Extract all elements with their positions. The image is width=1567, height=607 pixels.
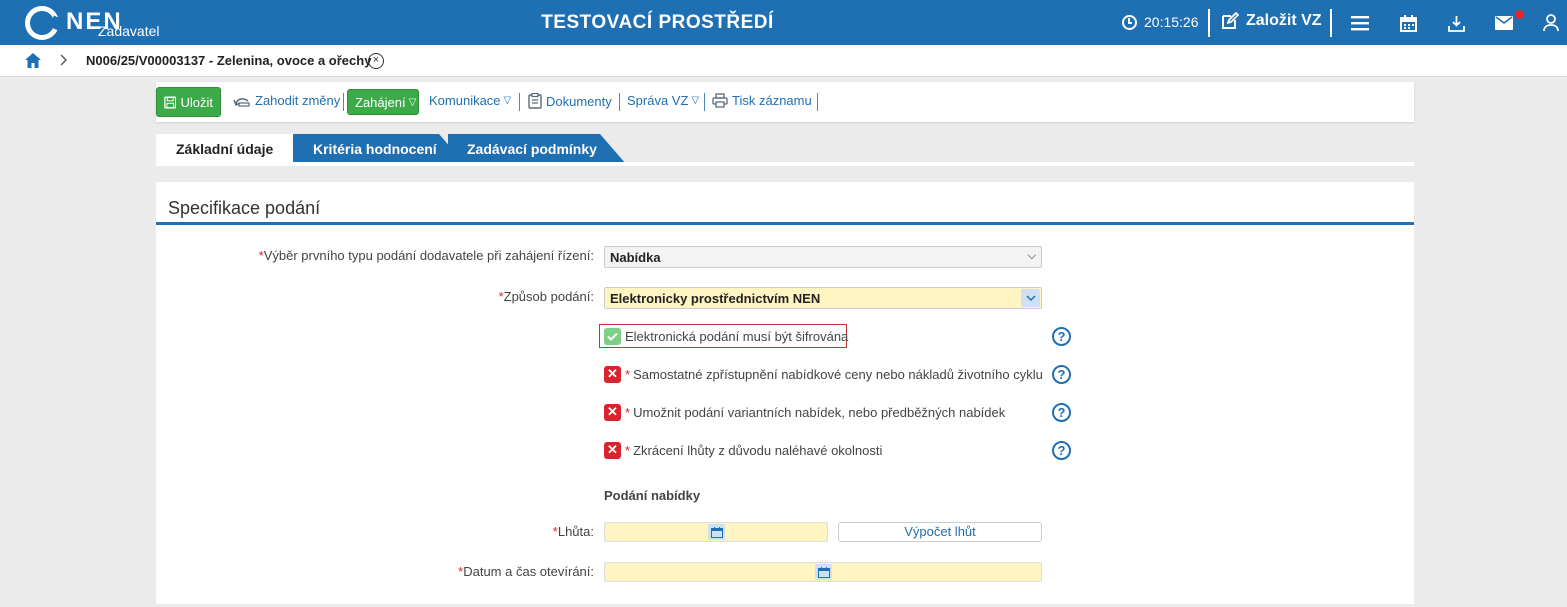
documents-button[interactable]: Dokumenty bbox=[528, 93, 612, 109]
edit-icon bbox=[1222, 12, 1239, 29]
top-bar: NEN Zadavatel TESTOVACÍ PROSTŘEDÍ 20:15:… bbox=[0, 0, 1567, 45]
help-icon[interactable]: ? bbox=[1052, 327, 1071, 346]
vz-management-label: Správa VZ bbox=[627, 93, 689, 108]
tab-basic-info[interactable]: Základní údaje bbox=[156, 134, 293, 164]
chevron-down-icon: ⌵ bbox=[1027, 250, 1036, 262]
session-clock: 20:15:26 bbox=[1122, 14, 1199, 30]
shortened-deadline-checkbox[interactable]: ✕ * Zkrácení lhůty z důvodu naléhavé oko… bbox=[604, 440, 882, 460]
divider bbox=[1330, 9, 1332, 37]
cross-icon[interactable]: ✕ bbox=[604, 403, 621, 421]
opening-datetime-label-text: Datum a čas otevírání: bbox=[463, 564, 594, 579]
divider bbox=[343, 93, 344, 111]
close-icon[interactable]: × bbox=[368, 53, 384, 69]
print-record-button[interactable]: Tisk záznamu bbox=[712, 93, 812, 108]
first-submission-label-text: Výběr prvního typu podání dodavatele při… bbox=[263, 248, 594, 263]
create-vz-label: Založit VZ bbox=[1246, 12, 1322, 29]
tab-label: Základní údaje bbox=[176, 141, 274, 157]
breadcrumb: N006/25/V00003137 - Zelenina, ovoce a oř… bbox=[0, 45, 1567, 77]
submission-method-label-text: Způsob podání: bbox=[503, 289, 594, 304]
opening-datetime-label: *Datum a čas otevírání: bbox=[458, 564, 594, 579]
menu-icon[interactable] bbox=[1349, 12, 1371, 34]
clock-icon bbox=[1122, 14, 1137, 30]
printer-icon bbox=[712, 93, 728, 108]
tab-content-strip bbox=[156, 162, 1414, 166]
divider bbox=[519, 93, 520, 111]
dropdown-triangle-icon: ▽ bbox=[691, 95, 700, 106]
panel-underline bbox=[156, 222, 1414, 225]
divider bbox=[1208, 9, 1210, 37]
clipboard-icon bbox=[528, 93, 542, 109]
required-mark: * bbox=[625, 404, 631, 420]
offer-section-heading: Podání nabídky bbox=[604, 488, 701, 503]
dropdown-triangle-icon: ▽ bbox=[408, 96, 417, 108]
create-vz-button[interactable]: Založit VZ bbox=[1221, 12, 1322, 30]
tab-bar: Zadávací podmínky Kritéria hodnocení Zák… bbox=[156, 132, 1414, 164]
first-submission-value: Nabídka bbox=[610, 250, 661, 265]
divider bbox=[619, 93, 620, 111]
help-icon[interactable]: ? bbox=[1052, 403, 1071, 422]
submission-method-label: *Způsob podání: bbox=[499, 289, 594, 304]
separate-price-disclosure-label: Samostatné zpřístupnění nabídkové ceny n… bbox=[633, 366, 1043, 382]
save-button[interactable]: Uložit bbox=[156, 87, 221, 117]
variant-offers-label: Umožnit podání variantních nabídek, nebo… bbox=[633, 404, 1006, 420]
deadline-label: *Lhůta: bbox=[553, 524, 594, 539]
first-submission-select[interactable]: Nabídka ⌵ bbox=[604, 246, 1042, 268]
start-procedure-label: Zahájení bbox=[355, 94, 406, 110]
tab-label: Zadávací podmínky bbox=[467, 141, 597, 157]
calendar-icon[interactable] bbox=[1397, 12, 1419, 34]
vz-management-menu[interactable]: Správa VZ ▽ bbox=[627, 93, 699, 108]
communication-label: Komunikace bbox=[429, 93, 501, 108]
mail-icon[interactable] bbox=[1493, 12, 1515, 34]
encrypted-submissions-checkbox[interactable]: Elektronická podání musí být šifrována bbox=[604, 326, 848, 346]
chevron-down-icon bbox=[1021, 289, 1040, 307]
tab-award-conditions[interactable]: Zadávací podmínky bbox=[448, 134, 626, 164]
clock-time: 20:15:26 bbox=[1144, 14, 1199, 30]
calculate-deadlines-button[interactable]: Výpočet lhůt bbox=[838, 522, 1042, 542]
opening-datetime-input[interactable] bbox=[604, 562, 1042, 582]
calendar-icon[interactable] bbox=[815, 564, 832, 580]
download-icon[interactable] bbox=[1445, 12, 1467, 34]
breadcrumb-title[interactable]: N006/25/V00003137 - Zelenina, ovoce a oř… bbox=[86, 53, 371, 68]
discard-changes-button[interactable]: Zahodit změny bbox=[233, 93, 340, 108]
undo-icon bbox=[233, 98, 250, 107]
required-mark: * bbox=[625, 366, 631, 382]
panel-title: Specifikace podání bbox=[168, 198, 321, 218]
discard-changes-label: Zahodit změny bbox=[255, 93, 341, 108]
start-procedure-button[interactable]: Zahájení ▽ bbox=[347, 89, 419, 115]
divider bbox=[704, 93, 705, 111]
cross-icon[interactable]: ✕ bbox=[604, 441, 621, 459]
home-icon[interactable] bbox=[24, 52, 42, 72]
communication-menu[interactable]: Komunikace ▽ bbox=[429, 93, 511, 108]
user-icon[interactable] bbox=[1540, 12, 1562, 34]
tab-label: Kritéria hodnocení bbox=[313, 141, 437, 157]
floppy-icon bbox=[164, 95, 177, 109]
chevron-right-icon bbox=[60, 54, 68, 69]
divider bbox=[817, 93, 818, 111]
print-record-label: Tisk záznamu bbox=[732, 93, 812, 108]
first-submission-label: *Výběr prvního typu podání dodavatele př… bbox=[259, 248, 594, 263]
documents-label: Dokumenty bbox=[546, 93, 612, 109]
submission-spec-panel: Specifikace podání *Výběr prvního typu p… bbox=[156, 182, 1414, 604]
submission-method-select[interactable]: Elektronicky prostřednictvím NEN bbox=[604, 287, 1042, 309]
environment-title: TESTOVACÍ PROSTŘEDÍ bbox=[541, 12, 774, 33]
tab-evaluation-criteria[interactable]: Kritéria hodnocení bbox=[293, 134, 465, 164]
submission-method-value: Elektronicky prostřednictvím NEN bbox=[610, 291, 821, 306]
check-icon[interactable] bbox=[604, 327, 621, 345]
calendar-icon[interactable] bbox=[708, 524, 725, 540]
shortened-deadline-label: Zkrácení lhůty z důvodu naléhavé okolnos… bbox=[633, 442, 883, 458]
dropdown-triangle-icon: ▽ bbox=[503, 95, 512, 106]
separate-price-disclosure-checkbox[interactable]: ✕ * Samostatné zpřístupnění nabídkové ce… bbox=[604, 364, 1043, 384]
deadline-label-text: Lhůta: bbox=[557, 524, 594, 539]
deadline-input[interactable] bbox=[604, 522, 828, 542]
help-icon[interactable]: ? bbox=[1052, 365, 1071, 384]
required-mark: * bbox=[625, 442, 631, 458]
save-label: Uložit bbox=[180, 94, 213, 110]
variant-offers-checkbox[interactable]: ✕ * Umožnit podání variantních nabídek, … bbox=[604, 402, 1005, 422]
help-icon[interactable]: ? bbox=[1052, 441, 1071, 460]
encrypted-submissions-label: Elektronická podání musí být šifrována bbox=[625, 328, 849, 344]
action-toolbar: Uložit Zahodit změny Zahájení ▽ Komunika… bbox=[156, 82, 1414, 122]
cross-icon[interactable]: ✕ bbox=[604, 365, 621, 383]
notification-dot bbox=[1515, 10, 1524, 19]
